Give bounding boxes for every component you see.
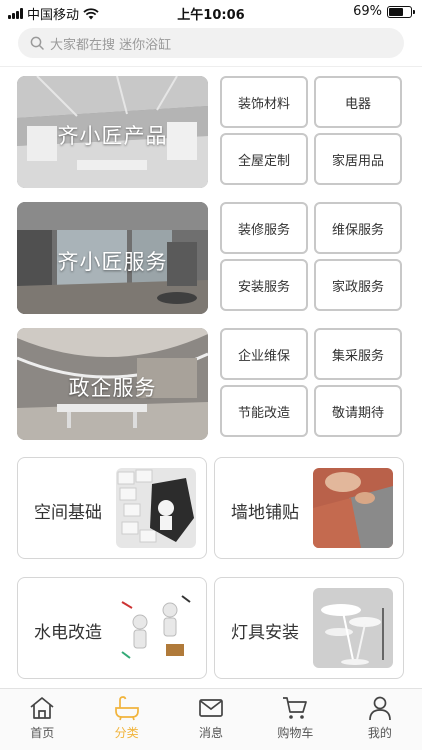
category-services: 齐小匠服务 装修服务 维保服务 安装服务 家政服务 <box>17 202 405 314</box>
subcategory-button[interactable]: 全屋定制 <box>220 133 308 185</box>
subcategory-button[interactable]: 维保服务 <box>314 202 402 254</box>
category-banner-enterprise[interactable]: 政企服务 <box>17 328 208 440</box>
service-label: 墙地铺贴 <box>231 503 299 523</box>
subcategory-button[interactable]: 家居用品 <box>314 133 402 185</box>
tab-cart[interactable]: 购物车 <box>253 689 337 750</box>
service-card-plumbing[interactable]: 水电改造 <box>17 577 207 679</box>
battery-icon <box>387 5 415 18</box>
category-title: 齐小匠服务 <box>57 250 168 274</box>
subcategory-button[interactable]: 敬请期待 <box>314 385 402 437</box>
battery-percent: 69% <box>353 4 382 19</box>
category-products: 齐小匠产品 装饰材料 电器 全屋定制 家居用品 <box>17 76 405 188</box>
workers-image <box>116 588 196 668</box>
tab-label: 分类 <box>114 726 139 740</box>
tab-label: 购物车 <box>277 726 314 740</box>
subcategory-button[interactable]: 装修服务 <box>220 202 308 254</box>
subcategory-button[interactable]: 装饰材料 <box>220 76 308 128</box>
tab-label: 首页 <box>30 726 55 740</box>
search-bar[interactable]: 大家都在搜 迷你浴缸 <box>18 28 404 58</box>
person-icon <box>368 696 391 721</box>
service-label: 空间基础 <box>34 503 102 523</box>
cart-icon <box>283 697 308 719</box>
wall-breakthrough-image <box>116 468 196 548</box>
status-bar: 中国移动 上午10:06 69% <box>0 0 422 24</box>
search-icon <box>30 36 44 50</box>
subcategory-button[interactable]: 企业维保 <box>220 328 308 380</box>
tab-messages[interactable]: 消息 <box>169 689 253 750</box>
category-banner-services[interactable]: 齐小匠服务 <box>17 202 208 314</box>
tab-profile[interactable]: 我的 <box>338 689 422 750</box>
home-icon <box>30 697 54 719</box>
subcategory-button[interactable]: 电器 <box>314 76 402 128</box>
lamps-image <box>313 588 393 668</box>
subcategory-button[interactable]: 节能改造 <box>220 385 308 437</box>
service-card-lighting[interactable]: 灯具安装 <box>214 577 404 679</box>
search-placeholder: 大家都在搜 迷你浴缸 <box>50 37 172 53</box>
tiling-image <box>313 468 393 548</box>
tab-category[interactable]: 分类 <box>84 689 168 750</box>
category-title: 齐小匠产品 <box>57 124 168 148</box>
subcategory-button[interactable]: 家政服务 <box>314 259 402 311</box>
subcategory-button[interactable]: 安装服务 <box>220 259 308 311</box>
category-banner-products[interactable]: 齐小匠产品 <box>17 76 208 188</box>
bathtub-icon <box>114 696 139 721</box>
category-enterprise: 政企服务 企业维保 集采服务 节能改造 敬请期待 <box>17 328 405 440</box>
service-label: 灯具安装 <box>231 623 299 643</box>
category-title: 政企服务 <box>68 376 157 400</box>
subcategory-button[interactable]: 集采服务 <box>314 328 402 380</box>
tab-label: 消息 <box>199 726 224 740</box>
tab-home[interactable]: 首页 <box>0 689 84 750</box>
service-label: 水电改造 <box>34 623 102 643</box>
service-card-tiling[interactable]: 墙地铺贴 <box>214 457 404 559</box>
mail-icon <box>199 699 223 717</box>
divider <box>0 66 422 67</box>
service-card-space[interactable]: 空间基础 <box>17 457 207 559</box>
tab-label: 我的 <box>367 726 392 740</box>
tab-bar: 首页 分类 消息 购物车 我的 <box>0 688 422 750</box>
